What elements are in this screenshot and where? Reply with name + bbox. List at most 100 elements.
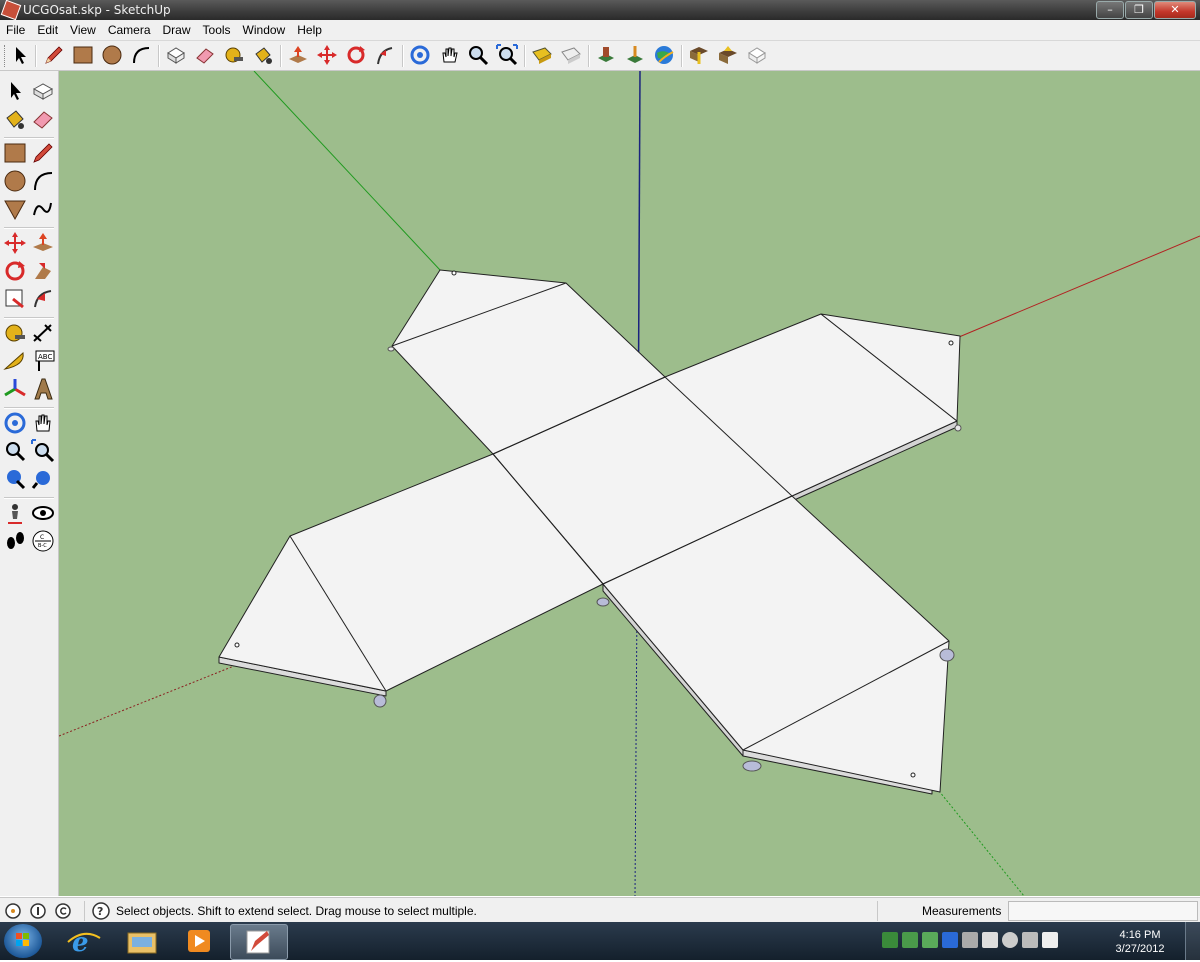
- file-explorer-taskbar-button[interactable]: [114, 924, 170, 958]
- paint-bucket-icon[interactable]: [3, 107, 27, 131]
- place-model-icon[interactable]: [624, 44, 646, 66]
- pencil-icon[interactable]: [43, 44, 65, 66]
- eraser-icon[interactable]: [194, 44, 216, 66]
- geo-location-icon[interactable]: [4, 902, 22, 920]
- paint-bucket-icon[interactable]: [252, 44, 274, 66]
- offset-icon[interactable]: [31, 287, 55, 311]
- tray-security-icon[interactable]: [902, 932, 918, 948]
- clock-time: 4:16 PM: [1119, 929, 1161, 941]
- orbit-icon[interactable]: [409, 44, 431, 66]
- pan-icon[interactable]: [438, 44, 460, 66]
- select-icon[interactable]: [3, 79, 27, 103]
- rotate-icon[interactable]: [345, 44, 367, 66]
- measurements-input[interactable]: [1008, 901, 1198, 921]
- circle-icon[interactable]: [101, 44, 123, 66]
- google-earth-icon[interactable]: [653, 44, 675, 66]
- help-icon[interactable]: ?: [92, 902, 110, 920]
- menu-edit[interactable]: Edit: [31, 23, 64, 37]
- tray-s-icon[interactable]: [942, 932, 958, 948]
- model-canvas[interactable]: [59, 71, 1200, 896]
- menu-window[interactable]: Window: [237, 23, 292, 37]
- minimize-button[interactable]: –: [1096, 1, 1124, 19]
- axes-icon[interactable]: [3, 377, 27, 401]
- mount-hole: [948, 340, 954, 346]
- clock-date: 3/27/2012: [1115, 943, 1165, 955]
- text-icon[interactable]: ABC: [31, 349, 55, 373]
- rotate-icon[interactable]: [3, 259, 27, 283]
- polygon-icon[interactable]: [3, 197, 27, 221]
- move-icon[interactable]: [316, 44, 338, 66]
- tray-volume-icon[interactable]: [1042, 932, 1058, 948]
- look-around-icon[interactable]: [31, 501, 55, 525]
- orbit-icon[interactable]: [3, 411, 27, 435]
- 3d-text-icon[interactable]: [31, 377, 55, 401]
- follow-me-icon[interactable]: [374, 44, 396, 66]
- menu-draw[interactable]: Draw: [157, 23, 197, 37]
- tape-measure-icon[interactable]: [3, 321, 27, 345]
- eraser-icon[interactable]: [31, 107, 55, 131]
- arc-icon[interactable]: [130, 44, 152, 66]
- pan-icon[interactable]: [31, 411, 55, 435]
- rectangle-icon[interactable]: [3, 141, 27, 165]
- menu-camera[interactable]: Camera: [102, 23, 157, 37]
- sign-in-icon[interactable]: [54, 902, 72, 920]
- get-components-icon[interactable]: [688, 44, 710, 66]
- menu-file[interactable]: File: [0, 23, 31, 37]
- start-button[interactable]: [4, 924, 42, 958]
- arc-icon[interactable]: [31, 169, 55, 193]
- tray-display-icon[interactable]: [1022, 932, 1038, 948]
- tray-network-icon[interactable]: [882, 932, 898, 948]
- tape-measure-icon[interactable]: [223, 44, 245, 66]
- share-model-icon[interactable]: [560, 44, 582, 66]
- tray-update-icon[interactable]: [922, 932, 938, 948]
- zoom-extents-icon[interactable]: [496, 44, 518, 66]
- make-component-icon[interactable]: [31, 79, 55, 103]
- line-icon[interactable]: [31, 141, 55, 165]
- drawing-viewport[interactable]: [59, 71, 1200, 896]
- section-plane-icon[interactable]: C B-C: [31, 529, 55, 553]
- dimension-icon[interactable]: [31, 321, 55, 345]
- circle-icon[interactable]: [3, 169, 27, 193]
- tray-wifi-icon[interactable]: [962, 932, 978, 948]
- sketchup-taskbar-button[interactable]: [230, 924, 288, 960]
- follow-me-icon[interactable]: [31, 259, 55, 283]
- close-button[interactable]: ✕: [1154, 1, 1196, 19]
- menu-help[interactable]: Help: [291, 23, 328, 37]
- menu-tools[interactable]: Tools: [197, 23, 237, 37]
- protractor-icon[interactable]: [3, 349, 27, 373]
- zoom-icon[interactable]: [3, 439, 27, 463]
- select-icon[interactable]: [9, 44, 31, 66]
- measurements-label: Measurements: [922, 904, 1002, 918]
- toolbar-grip[interactable]: [4, 45, 8, 67]
- menu-view[interactable]: View: [64, 23, 102, 37]
- get-models-icon[interactable]: [531, 44, 553, 66]
- zoom-icon[interactable]: [467, 44, 489, 66]
- walk-icon[interactable]: [3, 529, 27, 553]
- previous-view-icon[interactable]: [3, 467, 27, 491]
- maximize-button[interactable]: ❐: [1125, 1, 1153, 19]
- internet-explorer-taskbar-button[interactable]: e: [56, 924, 112, 958]
- push-pull-icon[interactable]: [31, 231, 55, 255]
- show-desktop-button[interactable]: [1185, 922, 1200, 960]
- freehand-icon[interactable]: [31, 197, 55, 221]
- unfolded-box-model[interactable]: [218, 269, 961, 795]
- move-icon[interactable]: [3, 231, 27, 255]
- push-pull-icon[interactable]: [287, 44, 309, 66]
- make-component-icon[interactable]: [165, 44, 187, 66]
- credits-icon[interactable]: [29, 902, 47, 920]
- media-player-taskbar-button[interactable]: [172, 924, 228, 958]
- scale-icon[interactable]: [3, 287, 27, 311]
- windows-taskbar: e 4:16 PM 3/27/2012: [0, 922, 1200, 960]
- share-component-icon[interactable]: [717, 44, 739, 66]
- position-camera-icon[interactable]: [3, 501, 27, 525]
- zoom-window-icon[interactable]: [31, 439, 55, 463]
- mount-hole: [451, 270, 457, 276]
- tray-flag-icon[interactable]: [982, 932, 998, 948]
- internet-explorer-icon: e: [67, 928, 101, 958]
- rectangle-icon[interactable]: [72, 44, 94, 66]
- get-photo-texture-icon[interactable]: [595, 44, 617, 66]
- system-clock[interactable]: 4:16 PM 3/27/2012: [1114, 928, 1166, 956]
- model-info-icon[interactable]: [746, 44, 768, 66]
- zoom-extents-icon[interactable]: [31, 467, 55, 491]
- tray-power-icon[interactable]: [1002, 932, 1018, 948]
